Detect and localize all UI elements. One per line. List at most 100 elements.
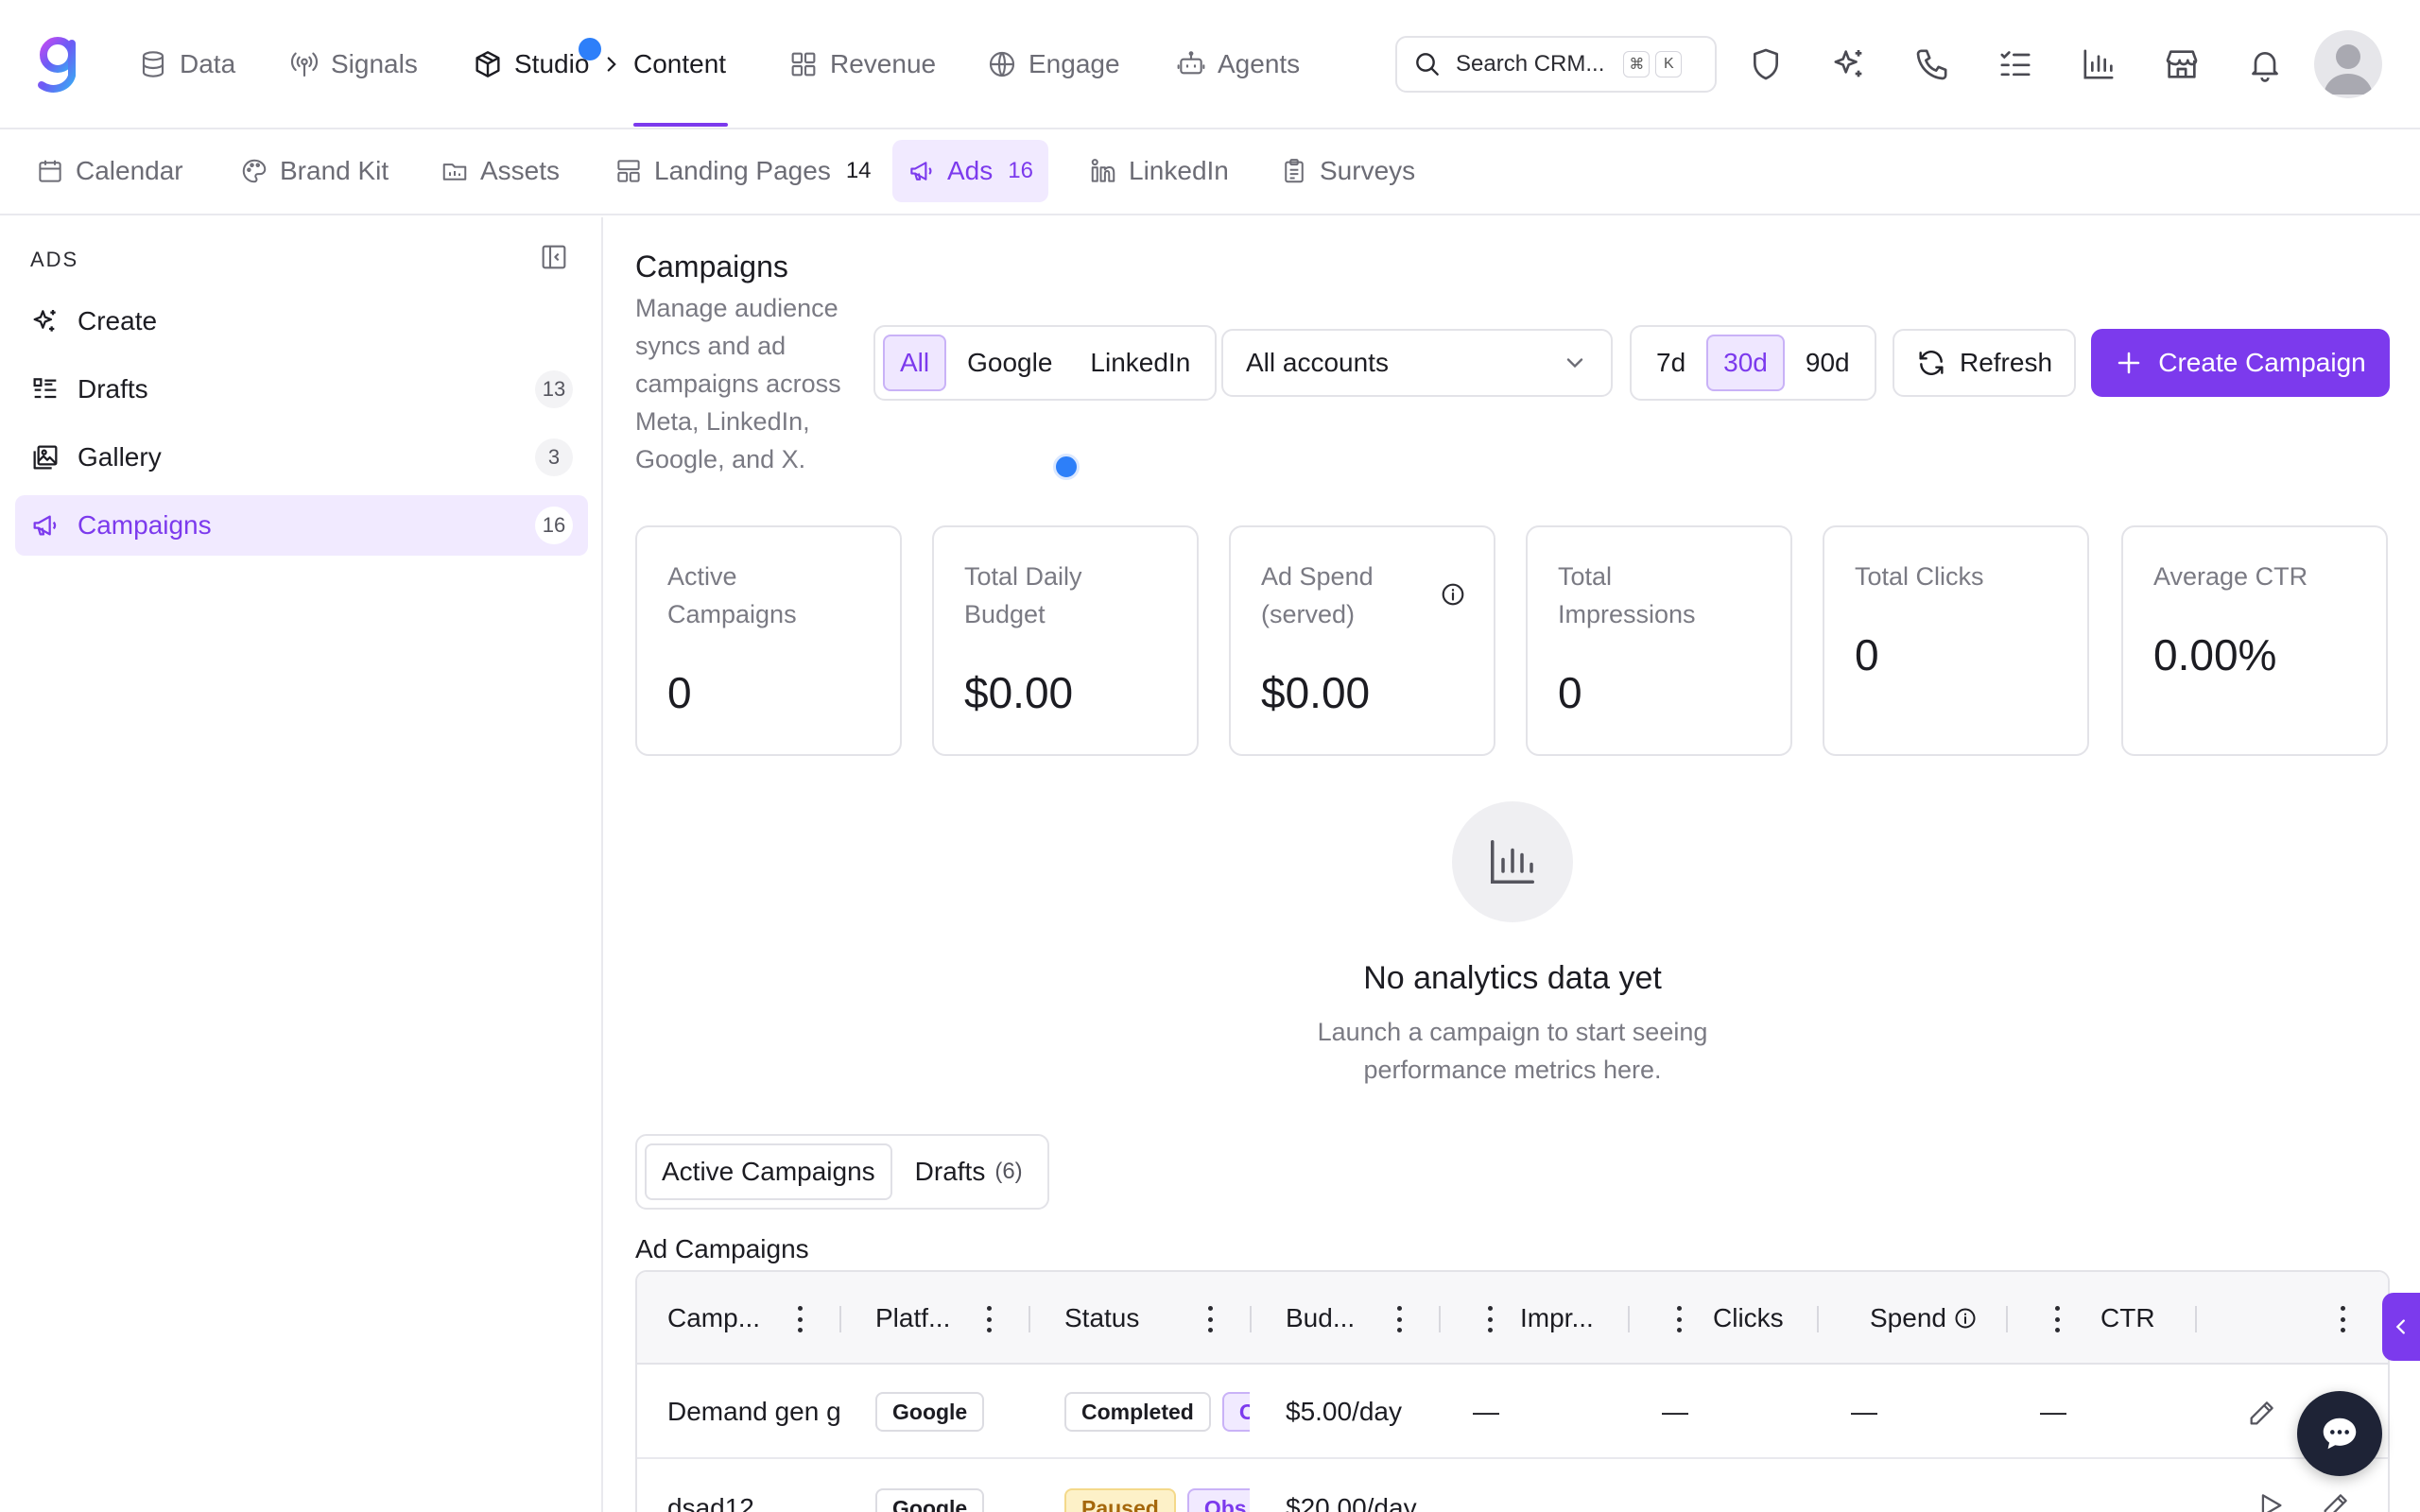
avatar[interactable] [2314, 30, 2382, 98]
subnav-brand-kit[interactable]: Brand Kit [225, 140, 404, 202]
column-header-status[interactable]: Status [1064, 1272, 1139, 1365]
nav-studio[interactable]: Studio [473, 43, 589, 85]
tab-drafts[interactable]: Drafts (6) [898, 1143, 1040, 1200]
column-resize-handle[interactable] [2195, 1306, 2197, 1332]
column-resize-handle[interactable] [1817, 1306, 1819, 1332]
info-icon[interactable] [1441, 582, 1465, 607]
cursor-indicator [1053, 454, 1080, 480]
column-header-spend[interactable]: Spend [1870, 1272, 1977, 1365]
sidebar-item-drafts[interactable]: Drafts 13 [15, 359, 588, 420]
nav-agents-label: Agents [1218, 49, 1301, 78]
cell-campaign-name[interactable]: Demand gen g [667, 1365, 839, 1459]
table-row[interactable]: dsad12 Google Paused Obs $20.00/day [637, 1461, 2388, 1512]
edit-icon[interactable] [2320, 1489, 2352, 1512]
task-list-icon[interactable] [1996, 45, 2034, 83]
nav-data-label: Data [180, 49, 236, 78]
user-avatar-icon [2324, 44, 2373, 94]
layout-icon [617, 160, 640, 182]
subnav-surveys[interactable]: Surveys [1265, 140, 1430, 202]
gallery-icon [33, 445, 58, 470]
empty-state-subtitle: Launch a campaign to start seeing perfor… [1317, 1018, 1708, 1084]
search-icon [1416, 53, 1439, 76]
column-menu-icon[interactable] [796, 1306, 804, 1332]
sidebar-item-gallery[interactable]: Gallery 3 [15, 427, 588, 488]
subnav-ads[interactable]: Ads 16 [892, 140, 1048, 202]
column-resize-handle[interactable] [1250, 1306, 1252, 1332]
chat-button[interactable] [2297, 1391, 2382, 1476]
phone-icon[interactable] [1913, 45, 1951, 83]
subnav-brand-kit-label: Brand Kit [280, 156, 389, 185]
sidebar-item-label: Gallery [78, 442, 162, 472]
nav-engage[interactable]: Engage [987, 43, 1120, 85]
subnav-assets[interactable]: Assets [425, 140, 575, 202]
store-icon[interactable] [2163, 45, 2201, 83]
range-30d[interactable]: 30d [1706, 335, 1785, 391]
cell-platform: Google [875, 1461, 985, 1512]
edit-icon[interactable] [2246, 1397, 2278, 1429]
column-header-impressions[interactable]: Impr... [1520, 1272, 1594, 1365]
status-badge: Paused [1064, 1488, 1176, 1512]
column-header-budget[interactable]: Bud... [1286, 1272, 1355, 1365]
column-header-clicks[interactable]: Clicks [1713, 1272, 1784, 1365]
play-icon[interactable] [2254, 1489, 2286, 1512]
column-menu-icon[interactable] [2053, 1306, 2061, 1332]
shield-icon[interactable] [1747, 45, 1785, 83]
chevron-left-icon [2395, 1319, 2405, 1334]
stat-label: Average CTR [2153, 562, 2308, 591]
nav-revenue[interactable]: Revenue [788, 43, 936, 85]
cube-icon [475, 51, 500, 77]
column-resize-handle[interactable] [1439, 1306, 1441, 1332]
range-90d[interactable]: 90d [1789, 335, 1867, 391]
status-badge-secondary: Obs [1186, 1488, 1250, 1512]
stat-card-total-clicks: Total Clicks 0 [1823, 525, 2089, 756]
chevron-right-icon [607, 57, 616, 72]
subnav-linkedin[interactable]: LinkedIn [1074, 140, 1244, 202]
bar-chart-icon[interactable] [2080, 45, 2118, 83]
sparkles-icon[interactable] [1830, 45, 1868, 83]
column-resize-handle[interactable] [1028, 1306, 1030, 1332]
cell-ctr: — [2040, 1397, 2066, 1426]
column-menu-icon[interactable] [1206, 1306, 1214, 1332]
column-header-platform[interactable]: Platf... [875, 1272, 950, 1365]
sidebar-item-campaigns[interactable]: Campaigns 16 [15, 495, 588, 556]
table-row[interactable]: Demand gen g Google Completed O $5.00/da… [637, 1365, 2388, 1459]
platform-badge: Google [875, 1392, 985, 1432]
column-header-ctr[interactable]: CTR [2100, 1272, 2155, 1365]
stat-card-ad-spend: Ad Spend (served) $0.00 [1229, 525, 1495, 756]
account-select[interactable]: All accounts [1221, 329, 1613, 397]
column-resize-handle[interactable] [2006, 1306, 2008, 1332]
column-header-campaign[interactable]: Camp... [667, 1272, 760, 1365]
panel-toggle-button[interactable] [2382, 1293, 2420, 1361]
column-menu-icon[interactable] [1675, 1306, 1683, 1332]
column-menu-icon[interactable] [2339, 1306, 2346, 1332]
app-logo[interactable] [34, 34, 83, 96]
nav-data[interactable]: Data [138, 43, 235, 85]
table-title: Ad Campaigns [635, 1234, 809, 1263]
subnav-linkedin-label: LinkedIn [1129, 156, 1229, 185]
stat-value: 0 [1855, 630, 1879, 679]
nav-agents[interactable]: Agents [1176, 43, 1300, 85]
tab-active-campaigns[interactable]: Active Campaigns [645, 1143, 892, 1200]
column-resize-handle[interactable] [1628, 1306, 1630, 1332]
nav-signals[interactable]: Signals [289, 43, 418, 85]
subnav-calendar[interactable]: Calendar [21, 140, 199, 202]
subnav-landing-pages[interactable]: Landing Pages 14 [599, 140, 887, 202]
nav-content[interactable]: Content [633, 43, 726, 85]
column-menu-icon[interactable] [1486, 1306, 1494, 1332]
cell-campaign-name[interactable]: dsad12 [667, 1461, 839, 1512]
stat-value: 0.00% [2153, 630, 2277, 679]
column-resize-handle[interactable] [839, 1306, 841, 1332]
range-7d[interactable]: 7d [1639, 335, 1703, 391]
column-menu-icon[interactable] [1395, 1306, 1403, 1332]
platform-filter-google[interactable]: Google [950, 335, 1069, 391]
platform-filter-linkedin[interactable]: LinkedIn [1073, 335, 1207, 391]
create-campaign-button[interactable]: Create Campaign [2091, 329, 2390, 397]
info-icon[interactable] [1954, 1307, 1977, 1330]
refresh-button[interactable]: Refresh [1893, 329, 2076, 397]
platform-filter-all[interactable]: All [883, 335, 947, 391]
bell-icon[interactable] [2246, 45, 2284, 83]
sidebar-item-create[interactable]: Create [15, 291, 588, 352]
column-menu-icon[interactable] [985, 1306, 993, 1332]
collapse-sidebar-icon[interactable] [539, 242, 569, 272]
search-input[interactable]: Search CRM... ⌘ K [1395, 36, 1717, 93]
